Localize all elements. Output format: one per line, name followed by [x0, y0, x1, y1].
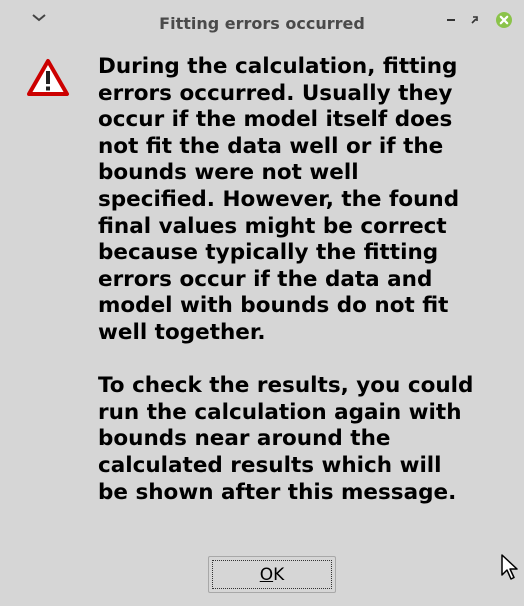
- title-bar[interactable]: Fitting errors occurred: [0, 0, 524, 48]
- maximize-icon[interactable]: [465, 10, 485, 30]
- mouse-pointer-icon: [500, 553, 522, 581]
- close-icon[interactable]: [494, 10, 514, 30]
- ok-button-label: OK: [260, 565, 285, 585]
- dialog-window: Fitting errors occurred During the calcu…: [0, 0, 524, 606]
- dialog-message: During the calculation, fitting errors o…: [98, 54, 474, 505]
- warning-icon: [26, 58, 70, 98]
- ok-label-rest: K: [273, 564, 285, 585]
- minimize-icon[interactable]: [442, 10, 462, 30]
- ok-button[interactable]: OK: [208, 556, 336, 593]
- ok-mnemonic: O: [259, 564, 274, 585]
